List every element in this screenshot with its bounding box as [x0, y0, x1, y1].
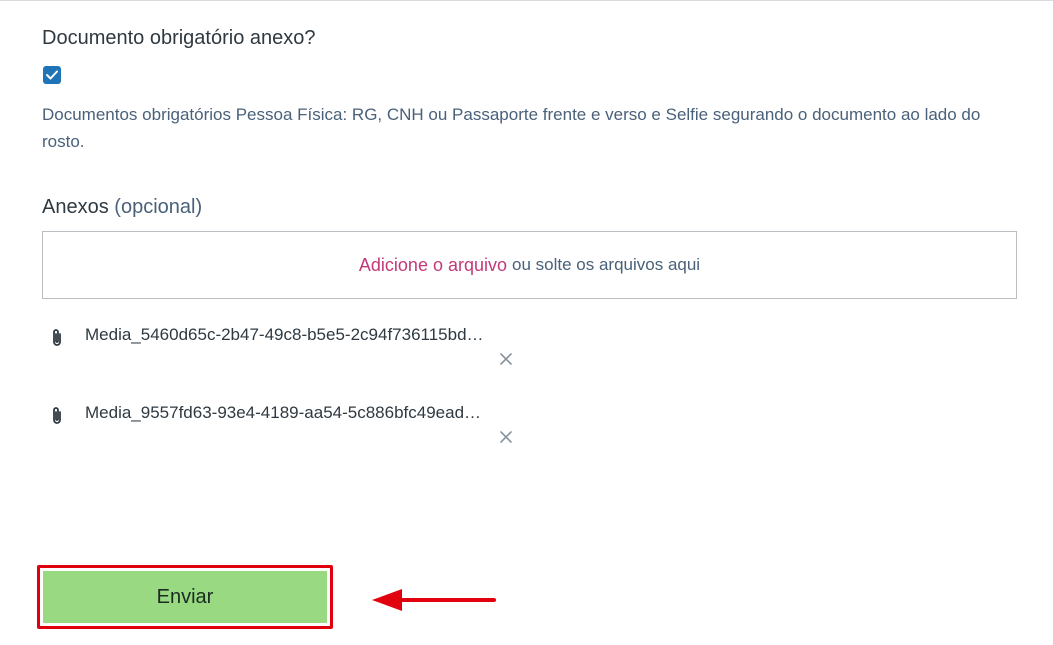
attachment-item: Media_5460d65c-2b47-49c8-b5e5-2c94f73611…	[48, 325, 518, 385]
request-form: Documento obrigatório anexo? Documentos …	[0, 0, 1053, 645]
paperclip-icon	[53, 407, 61, 424]
add-file-link[interactable]: Adicione o arquivo	[359, 255, 507, 276]
checkmark-icon	[46, 70, 58, 80]
divider	[0, 0, 1053, 1]
dropzone-text: ou solte os arquivos aqui	[512, 255, 701, 274]
paperclip-icon	[53, 329, 61, 346]
file-dropzone[interactable]: Adicione o arquivo ou solte os arquivos …	[42, 231, 1017, 299]
submit-button[interactable]: Enviar	[43, 571, 327, 623]
question-label: Documento obrigatório anexo?	[42, 27, 316, 49]
attachments-label-text: Anexos	[42, 196, 109, 218]
remove-attachment-icon[interactable]	[498, 429, 514, 445]
attachments-label: Anexos (opcional)	[42, 196, 202, 219]
required-documents-hint: Documentos obrigatórios Pessoa Física: R…	[42, 105, 981, 151]
attachment-filename: Media_9557fd63-93e4-4189-aa54-5c886bfc49…	[85, 403, 482, 422]
attachment-filename: Media_5460d65c-2b47-49c8-b5e5-2c94f73611…	[85, 325, 484, 344]
optional-tag: (opcional)	[114, 196, 203, 218]
attachment-item: Media_9557fd63-93e4-4189-aa54-5c886bfc49…	[48, 403, 518, 463]
submit-highlight-frame: Enviar	[37, 565, 333, 629]
arrow-left-icon	[372, 589, 496, 611]
document-attached-checkbox[interactable]	[43, 66, 61, 84]
remove-attachment-icon[interactable]	[498, 351, 514, 367]
